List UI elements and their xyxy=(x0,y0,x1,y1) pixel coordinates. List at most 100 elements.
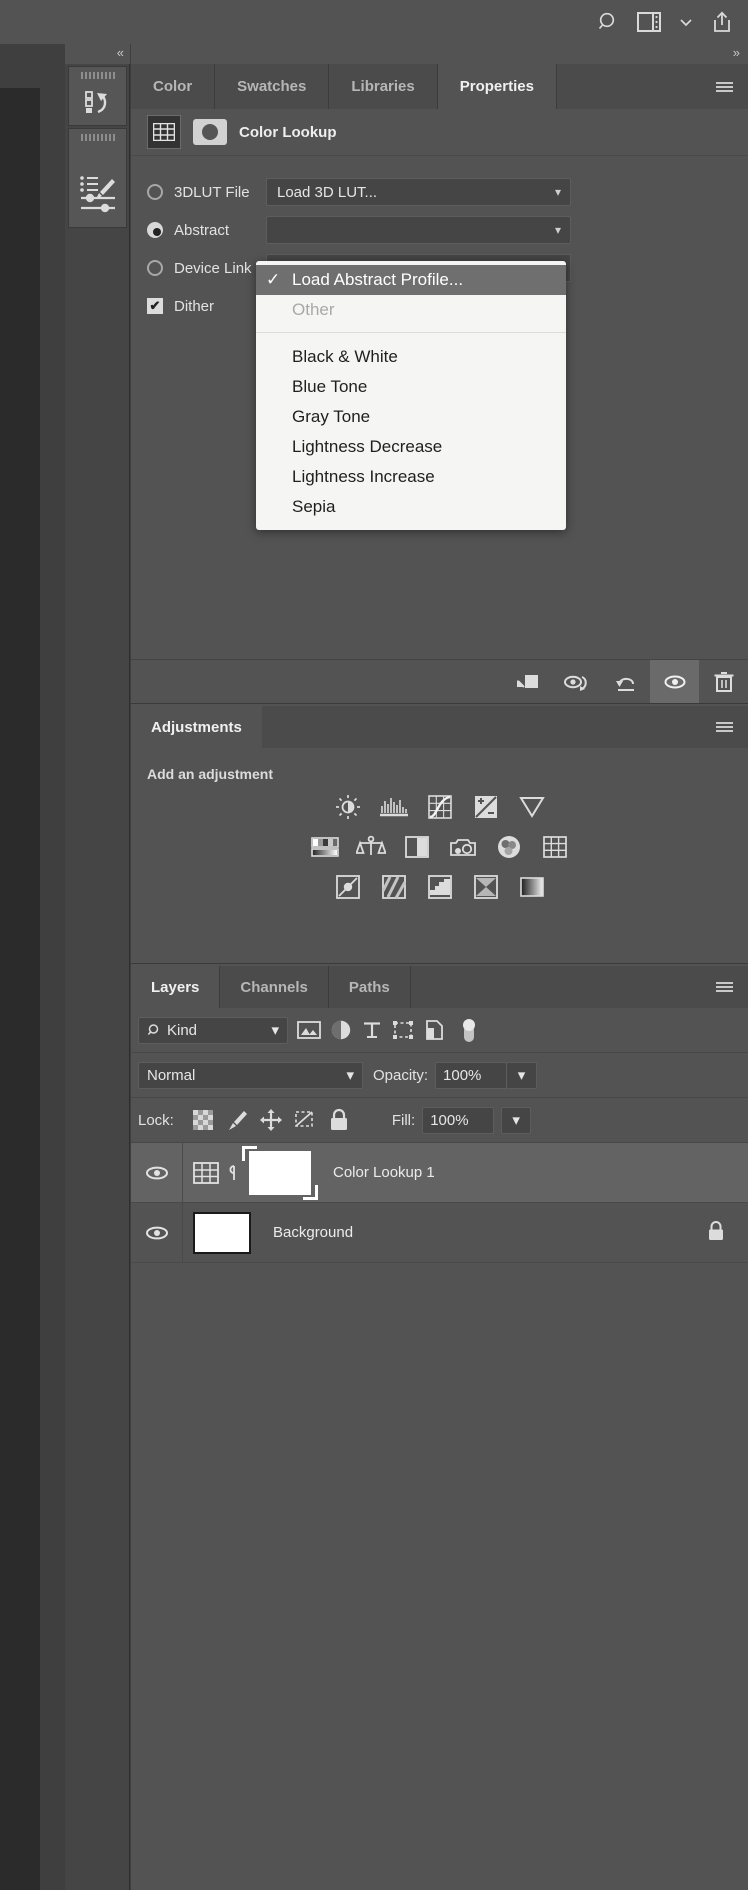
tab-properties[interactable]: Properties xyxy=(437,64,557,109)
toggle-visibility-icon[interactable] xyxy=(650,660,699,703)
history-actions-icon[interactable] xyxy=(83,89,113,115)
dock-group-brushes[interactable] xyxy=(68,128,127,228)
lock-row: Lock: Fill: 100% ▾ xyxy=(131,1098,748,1143)
opacity-input[interactable]: 100% xyxy=(435,1061,508,1089)
menu-item-lightness-increase[interactable]: Lightness Increase xyxy=(256,462,566,492)
hamburger-icon xyxy=(715,980,733,994)
menu-item-blue-tone[interactable]: Blue Tone xyxy=(256,372,566,402)
filter-shape-icon[interactable] xyxy=(392,1020,414,1040)
row-abstract: Abstract ▾ xyxy=(147,211,748,249)
color-lookup-grid-icon[interactable] xyxy=(193,1161,219,1184)
fill-value: 100% xyxy=(430,1111,469,1129)
curves-icon[interactable] xyxy=(425,794,455,820)
expand-panels-icon[interactable]: » xyxy=(733,45,740,60)
filter-toggle-switch[interactable] xyxy=(460,1017,478,1043)
chevron-down-icon: ▾ xyxy=(554,223,561,237)
layer-visibility-toggle[interactable] xyxy=(131,1202,183,1263)
delete-icon[interactable] xyxy=(699,660,748,703)
reset-icon[interactable] xyxy=(601,660,650,703)
opacity-stepper-chevron[interactable]: ▾ xyxy=(507,1061,538,1089)
brush-settings-icon[interactable] xyxy=(78,191,118,217)
black-white-icon[interactable] xyxy=(402,834,432,860)
menu-item-load-abstract-profile[interactable]: ✓ Load Abstract Profile... xyxy=(256,265,566,295)
tab-channels[interactable]: Channels xyxy=(220,966,329,1008)
posterize-icon[interactable] xyxy=(379,874,409,900)
filter-type-icon[interactable] xyxy=(361,1020,383,1040)
search-icon[interactable] xyxy=(596,10,620,34)
levels-icon[interactable] xyxy=(379,794,409,820)
menu-item-label: Load Abstract Profile... xyxy=(292,270,464,289)
menu-separator xyxy=(256,332,566,333)
gradient-map-icon[interactable] xyxy=(517,874,547,900)
properties-header: Color Lookup xyxy=(131,109,748,156)
checkbox-dither[interactable]: ✔ xyxy=(147,298,163,314)
link-mask-icon[interactable] xyxy=(227,1162,241,1184)
adjustments-panel-menu-button[interactable] xyxy=(700,706,748,748)
hue-saturation-icon[interactable] xyxy=(310,834,340,860)
photo-filter-icon[interactable] xyxy=(448,834,478,860)
lock-artboard-nesting-icon[interactable] xyxy=(288,1107,322,1133)
layer-name[interactable]: Background xyxy=(273,1224,353,1241)
layer-name[interactable]: Color Lookup 1 xyxy=(333,1164,435,1181)
threshold-icon[interactable] xyxy=(425,874,455,900)
radio-abstract[interactable] xyxy=(147,222,163,238)
clip-to-layer-icon[interactable] xyxy=(503,660,552,703)
exposure-icon[interactable] xyxy=(471,794,501,820)
opacity-value: 100% xyxy=(443,1066,482,1084)
vibrance-icon[interactable] xyxy=(517,794,547,820)
layers-panel-menu-button[interactable] xyxy=(700,966,748,1008)
canvas-area xyxy=(0,88,40,1890)
fill-stepper-chevron[interactable]: ▾ xyxy=(501,1106,532,1134)
radio-3dlut-file[interactable] xyxy=(147,184,163,200)
tab-color[interactable]: Color xyxy=(131,64,216,109)
lock-position-icon[interactable] xyxy=(254,1107,288,1133)
layer-thumbnail[interactable] xyxy=(193,1211,251,1254)
lock-all-icon[interactable] xyxy=(322,1107,356,1133)
fill-input[interactable]: 100% xyxy=(422,1106,495,1134)
view-previous-state-icon[interactable] xyxy=(552,660,601,703)
tab-adjustments[interactable]: Adjustments xyxy=(131,706,262,748)
channel-mixer-icon[interactable] xyxy=(494,834,524,860)
abstract-profile-dropdown-menu[interactable]: ✓ Load Abstract Profile... Other Black &… xyxy=(256,261,566,530)
table-row[interactable]: Color Lookup 1 xyxy=(131,1142,748,1203)
tab-libraries[interactable]: Libraries xyxy=(329,64,438,109)
color-balance-icon[interactable] xyxy=(355,834,386,860)
properties-panel-menu-button[interactable] xyxy=(700,64,748,109)
chevron-down-icon[interactable] xyxy=(678,14,694,30)
tab-layers[interactable]: Layers xyxy=(131,966,221,1008)
menu-item-label: Sepia xyxy=(292,497,336,516)
filter-adjustment-icon[interactable] xyxy=(330,1019,352,1041)
table-row[interactable]: Background xyxy=(131,1202,748,1263)
brightness-contrast-icon[interactable] xyxy=(333,794,363,820)
filter-pixel-icon[interactable] xyxy=(297,1020,321,1040)
select-abstract[interactable]: ▾ xyxy=(266,216,571,244)
invert-icon[interactable] xyxy=(333,874,363,900)
drag-grip[interactable] xyxy=(80,134,115,141)
filter-kind-select[interactable]: Kind ▾ xyxy=(138,1016,288,1044)
selective-color-icon[interactable] xyxy=(471,874,501,900)
menu-item-lightness-decrease[interactable]: Lightness Decrease xyxy=(256,432,566,462)
color-lookup-icon[interactable] xyxy=(540,834,570,860)
dock-header: « xyxy=(65,44,130,64)
blend-mode-select[interactable]: Normal ▾ xyxy=(138,1061,363,1089)
menu-item-label: Lightness Increase xyxy=(292,467,435,486)
collapse-panels-icon[interactable]: « xyxy=(117,45,124,60)
menu-item-sepia[interactable]: Sepia xyxy=(256,492,566,522)
dock-group-history[interactable] xyxy=(68,66,127,126)
tab-swatches[interactable]: Swatches xyxy=(215,64,330,109)
menu-item-black-and-white[interactable]: Black & White xyxy=(256,342,566,372)
filter-smart-object-icon[interactable] xyxy=(423,1019,445,1041)
menu-item-label: Blue Tone xyxy=(292,377,368,396)
workspace-icon[interactable] xyxy=(636,11,662,33)
menu-item-gray-tone[interactable]: Gray Tone xyxy=(256,402,566,432)
drag-grip[interactable] xyxy=(80,72,115,79)
select-3dlut-file[interactable]: Load 3D LUT... ▾ xyxy=(266,178,571,206)
lock-transparent-pixels-icon[interactable] xyxy=(186,1107,220,1133)
layer-visibility-toggle[interactable] xyxy=(131,1142,183,1203)
layer-mask-thumbnail[interactable] xyxy=(242,1145,318,1200)
radio-device-link[interactable] xyxy=(147,260,163,276)
share-icon[interactable] xyxy=(710,10,734,34)
page-title: Color Lookup xyxy=(239,123,337,141)
lock-image-pixels-icon[interactable] xyxy=(220,1107,254,1133)
tab-paths[interactable]: Paths xyxy=(328,966,411,1008)
